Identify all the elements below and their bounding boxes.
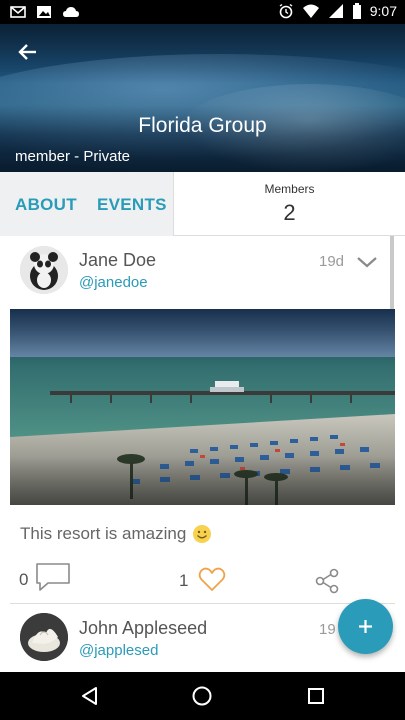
clock: 9:07	[369, 3, 397, 19]
comment-icon[interactable]	[34, 562, 72, 592]
battery-icon	[352, 3, 361, 19]
post-age: 19d	[319, 253, 345, 270]
group-header: Florida Group member - Private	[0, 24, 405, 172]
alarm-icon	[279, 3, 293, 19]
tab-members[interactable]: Members 2	[174, 172, 405, 236]
add-post-button[interactable]	[338, 599, 393, 654]
nav-home-icon[interactable]	[190, 684, 214, 708]
post-age: 19	[319, 621, 336, 638]
wifi-icon	[302, 4, 319, 18]
comment-count: 0	[19, 570, 29, 589]
group-membership-status: member - Private	[15, 148, 131, 165]
post-divider	[10, 603, 395, 604]
scrollbar[interactable]	[390, 236, 394, 312]
smiley-emoji-icon	[193, 525, 212, 543]
status-bar: 9:07	[0, 0, 405, 24]
post-image[interactable]	[10, 309, 395, 505]
group-title: Florida Group	[138, 114, 267, 137]
avatar[interactable]	[20, 613, 68, 661]
post-text-content: This resort is amazing	[20, 524, 187, 543]
tab-about[interactable]: ABOUT	[15, 195, 77, 215]
post-handle[interactable]: @japplesed	[79, 642, 158, 659]
cloud-icon	[63, 7, 79, 17]
post-author[interactable]: John Appleseed	[79, 618, 207, 639]
mail-icon	[10, 6, 26, 18]
post-author[interactable]: Jane Doe	[79, 250, 156, 271]
members-count: 2	[283, 200, 296, 225]
members-label: Members	[264, 182, 315, 196]
plus-icon	[359, 620, 372, 633]
post-text: This resort is amazing	[20, 524, 212, 544]
post-handle[interactable]: @janedoe	[79, 274, 148, 291]
chevron-down-icon[interactable]	[356, 255, 378, 269]
image-icon	[37, 6, 51, 18]
share-icon[interactable]	[314, 568, 340, 594]
avatar[interactable]	[20, 246, 68, 294]
heart-icon[interactable]	[198, 566, 226, 592]
like-count: 1	[179, 571, 189, 590]
signal-icon	[328, 4, 343, 18]
back-arrow-icon[interactable]	[14, 38, 42, 66]
nav-back-icon[interactable]	[78, 684, 102, 708]
system-navigation-bar	[0, 672, 405, 720]
group-tabs: ABOUT EVENTS Members 2	[0, 172, 405, 236]
nav-recent-apps-icon[interactable]	[304, 684, 328, 708]
tab-events[interactable]: EVENTS	[97, 195, 167, 215]
